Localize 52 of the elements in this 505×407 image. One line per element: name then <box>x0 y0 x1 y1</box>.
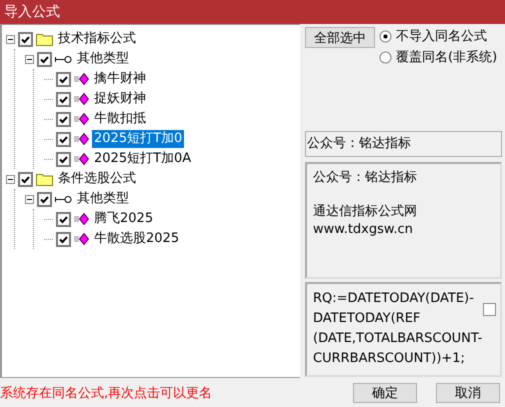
collapse-icon[interactable] <box>25 54 34 64</box>
collapse-icon[interactable] <box>6 34 15 44</box>
checkbox[interactable] <box>37 52 52 66</box>
tree-item[interactable]: 牛散扣抵 <box>92 110 148 128</box>
checkbox[interactable] <box>37 192 52 206</box>
checkbox[interactable] <box>56 152 71 166</box>
diamond-icon <box>74 113 89 125</box>
description-line: www.tdxgsw.cn <box>313 222 413 237</box>
checkbox[interactable] <box>56 92 71 106</box>
status-message: 系统存在同名公式,再次点击可以更名 <box>0 384 214 402</box>
folder-icon <box>36 172 53 186</box>
formula-text: RQ:=DATETODAY(DATE)- DATETODAY(REF (DATE,TOTALBARSCOUNT- CURRBARSCOUNT))+1; <box>313 290 482 368</box>
tree-item[interactable]: 2025短打T加0A <box>92 150 194 168</box>
collapse-icon[interactable] <box>6 174 15 184</box>
folder-icon <box>36 32 53 46</box>
radio-button[interactable] <box>379 30 392 42</box>
name-field: 公众号：铭达指标 <box>305 131 502 157</box>
checkbox[interactable] <box>18 172 33 186</box>
tree-item[interactable]: 腾飞2025 <box>92 210 156 228</box>
option-label: 覆盖同名(非系统) <box>396 49 498 66</box>
tree-item[interactable]: 条件选股公式 <box>56 170 138 188</box>
ok-button[interactable]: 确定 <box>353 382 417 402</box>
description-line: 公众号：铭达指标 <box>313 170 417 185</box>
diamond-icon <box>74 153 89 165</box>
checkbox[interactable] <box>56 72 71 86</box>
diamond-icon <box>74 93 89 105</box>
diamond-icon <box>74 73 89 85</box>
key-icon <box>55 194 72 204</box>
diamond-icon <box>74 233 89 245</box>
checkbox[interactable] <box>56 232 71 246</box>
tree-item[interactable]: 其他类型 <box>75 50 131 68</box>
checkbox[interactable] <box>18 32 33 46</box>
window-title: 导入公式 <box>0 0 505 24</box>
checkbox[interactable] <box>56 212 71 226</box>
tree-item[interactable]: 技术指标公式 <box>56 30 138 48</box>
select-all-button[interactable]: 全部选中 <box>305 27 375 48</box>
tree-item[interactable]: 2025短打T加0 <box>92 130 184 148</box>
collapse-icon[interactable] <box>25 194 34 204</box>
description-line: 通达信指标公式网 <box>313 204 417 219</box>
radio-button[interactable] <box>379 50 392 64</box>
checkbox[interactable] <box>56 132 71 146</box>
diamond-icon <box>74 133 89 145</box>
checkbox[interactable] <box>483 303 496 316</box>
checkbox[interactable] <box>56 112 71 126</box>
cancel-button[interactable]: 取消 <box>436 382 500 402</box>
option-label: 不导入同名公式 <box>396 28 487 45</box>
tree-item[interactable]: 其他类型 <box>75 190 131 208</box>
tree-item[interactable]: 捉妖财神 <box>92 90 148 108</box>
tree-item[interactable]: 擒牛财神 <box>92 70 148 88</box>
diamond-icon <box>74 213 89 225</box>
tree-item[interactable]: 牛散选股2025 <box>92 230 182 248</box>
key-icon <box>55 54 72 64</box>
